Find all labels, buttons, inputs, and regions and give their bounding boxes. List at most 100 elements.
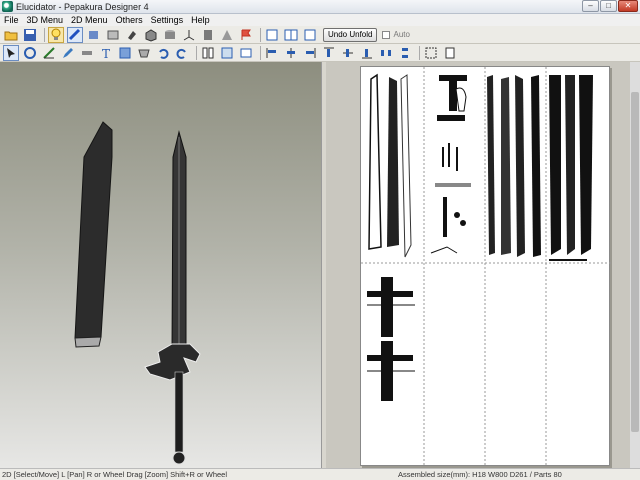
- app-icon: [2, 1, 13, 12]
- pattern-part: [531, 75, 541, 257]
- pattern-part: [387, 77, 399, 247]
- join-icon[interactable]: [143, 27, 159, 43]
- texture-icon[interactable]: [67, 26, 83, 43]
- open-folder-icon[interactable]: [3, 27, 19, 43]
- light-bulb-icon[interactable]: [48, 26, 64, 43]
- sheath-model: [74, 121, 113, 339]
- pattern-part: [515, 75, 525, 257]
- distribute-h-icon[interactable]: [378, 45, 394, 61]
- pattern-part: [501, 77, 511, 255]
- flap-icon[interactable]: [136, 45, 152, 61]
- toolbar-separator: [260, 45, 261, 60]
- pattern-part: [437, 115, 465, 121]
- menu-file[interactable]: File: [0, 15, 23, 25]
- person-icon[interactable]: [219, 27, 235, 43]
- single-view-icon[interactable]: [264, 27, 280, 43]
- close-button[interactable]: ✕: [618, 0, 638, 12]
- status-bar: 2D [Select/Move] L [Pan] R or Wheel Drag…: [0, 468, 640, 480]
- 2d-view[interactable]: [326, 62, 640, 468]
- undo-unfold-button[interactable]: Undo Unfold: [323, 27, 378, 42]
- minimize-button[interactable]: –: [582, 0, 599, 12]
- paint-icon[interactable]: [105, 27, 121, 43]
- cylinder-icon[interactable]: [181, 27, 197, 43]
- pattern-part: [455, 87, 467, 112]
- distribute-v-icon[interactable]: [397, 45, 413, 61]
- menu-3d[interactable]: 3D Menu: [23, 15, 68, 25]
- status-assembled-size: Assembled size(mm): H18 W800 D261 / Part…: [398, 470, 562, 479]
- pen-icon[interactable]: [60, 45, 76, 61]
- svg-text:T: T: [102, 47, 110, 60]
- menu-others[interactable]: Others: [112, 15, 147, 25]
- align-middle-icon[interactable]: [340, 45, 356, 61]
- save-icon[interactable]: [22, 27, 38, 43]
- align-bottom-icon[interactable]: [359, 45, 375, 61]
- redo-icon[interactable]: [174, 45, 190, 61]
- align-right-icon[interactable]: [302, 45, 318, 61]
- pattern-part: [549, 75, 561, 255]
- pattern-part: [549, 259, 587, 261]
- menu-settings[interactable]: Settings: [147, 15, 188, 25]
- line-icon[interactable]: [79, 45, 95, 61]
- axis-icon[interactable]: [162, 27, 178, 43]
- rotate-part-icon[interactable]: [22, 45, 38, 61]
- pattern-part: [435, 183, 471, 187]
- menu-bar: File 3D Menu 2D Menu Others Settings Hel…: [0, 14, 640, 26]
- status-hint: 2D [Select/Move] L [Pan] R or Wheel Drag…: [2, 470, 228, 479]
- auto-checkbox[interactable]: Auto: [382, 30, 410, 39]
- cut-icon[interactable]: [41, 45, 57, 61]
- colour-icon[interactable]: [124, 27, 140, 43]
- cube-icon[interactable]: [200, 27, 216, 43]
- fit-icon[interactable]: [219, 45, 235, 61]
- undo-icon[interactable]: [155, 45, 171, 61]
- auto-checkbox-box[interactable]: [382, 30, 391, 39]
- sword-hilt: [174, 371, 184, 453]
- columns-icon[interactable]: [200, 45, 216, 61]
- page-divider-vertical: [423, 67, 547, 467]
- rotate-icon[interactable]: [86, 27, 102, 43]
- 3d-view[interactable]: [0, 62, 322, 468]
- pattern-part: [400, 74, 412, 258]
- edit-toolbar: T: [0, 44, 640, 62]
- toolbar-separator: [419, 45, 420, 60]
- menu-2d[interactable]: 2D Menu: [67, 15, 112, 25]
- pattern-part: [487, 75, 495, 255]
- toolbar-separator: [196, 45, 197, 60]
- align-top-icon[interactable]: [321, 45, 337, 61]
- pattern-part: [565, 75, 575, 255]
- scrollbar-thumb[interactable]: [631, 92, 639, 432]
- hilt-pattern-part: [367, 277, 413, 337]
- maximize-button[interactable]: □: [600, 0, 617, 12]
- pattern-part: [443, 197, 447, 237]
- pattern-part: [430, 246, 458, 254]
- flag-icon[interactable]: [238, 27, 254, 43]
- text-icon[interactable]: T: [98, 45, 114, 61]
- page-view-icon[interactable]: [302, 27, 318, 43]
- pattern-part: [442, 143, 458, 171]
- zoom-page-icon[interactable]: [442, 45, 458, 61]
- vertical-scrollbar[interactable]: [630, 62, 640, 468]
- auto-checkbox-label: Auto: [393, 30, 410, 39]
- window-controls: – □ ✕: [582, 0, 638, 12]
- pattern-part: [579, 75, 593, 255]
- title-bar: Elucidator - Pepakura Designer 4 – □ ✕: [0, 0, 640, 14]
- zoom-fit-icon[interactable]: [423, 45, 439, 61]
- align-center-icon[interactable]: [283, 45, 299, 61]
- pattern-parts: [361, 67, 611, 467]
- main-toolbar: Undo Unfold Auto: [0, 26, 640, 44]
- toolbar-separator: [260, 27, 261, 42]
- align-left-icon[interactable]: [264, 45, 280, 61]
- pattern-sheet: [360, 66, 611, 467]
- window-title: Elucidator - Pepakura Designer 4: [16, 1, 149, 12]
- pattern-part: [460, 220, 466, 226]
- toolbar-separator: [44, 27, 45, 42]
- image-icon[interactable]: [117, 45, 133, 61]
- sheath-tip: [74, 336, 102, 348]
- menu-help[interactable]: Help: [187, 15, 214, 25]
- dual-view-icon[interactable]: [283, 27, 299, 43]
- layers-icon[interactable]: [238, 45, 254, 61]
- select-icon[interactable]: [3, 44, 19, 61]
- sword-guard: [144, 343, 201, 381]
- pattern-part: [454, 212, 460, 218]
- 3d-model-render: [74, 121, 201, 465]
- sword-pommel: [172, 451, 186, 465]
